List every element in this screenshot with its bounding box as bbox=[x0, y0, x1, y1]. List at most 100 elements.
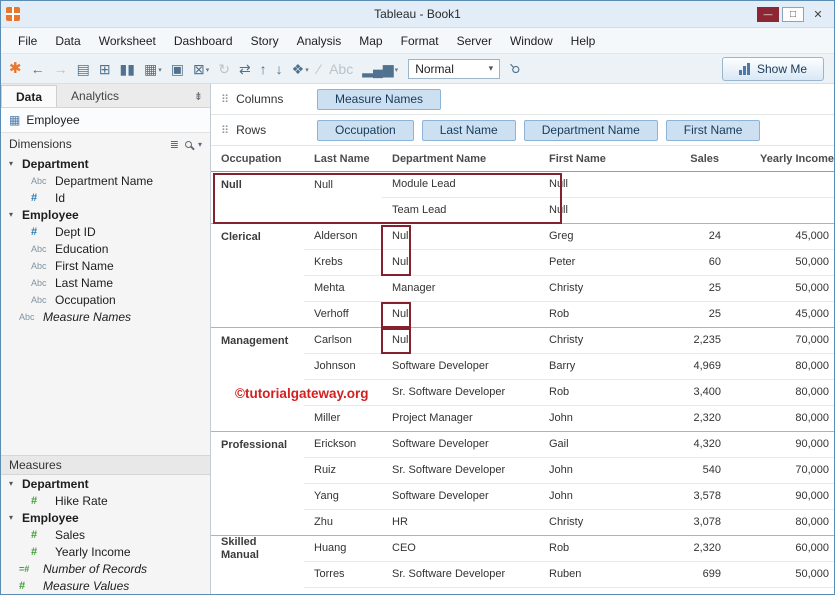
cell-last-name[interactable]: Johnson bbox=[304, 354, 382, 380]
group-members-icon[interactable]: ❖ bbox=[292, 62, 309, 76]
cell-last-name[interactable]: Alderson bbox=[304, 224, 382, 250]
field-item[interactable]: # Yearly Income bbox=[1, 543, 210, 560]
field-item[interactable]: ▾ Employee bbox=[1, 206, 210, 223]
cell-department-name[interactable]: Sr. Software Developer bbox=[382, 458, 539, 484]
view-options-icon[interactable]: ≣ bbox=[170, 138, 179, 151]
cell-yearly-income[interactable] bbox=[724, 172, 834, 198]
duplicate-sheet-icon[interactable]: ▣ bbox=[171, 62, 184, 76]
menu-item[interactable]: Map bbox=[350, 28, 391, 54]
table-row[interactable]: Team Lead Null bbox=[211, 198, 834, 224]
close-button[interactable]: ✕ bbox=[807, 7, 829, 22]
field-item[interactable]: =# Number of Records bbox=[1, 560, 210, 577]
cell-yearly-income[interactable]: 80,000 bbox=[724, 380, 834, 406]
menu-item[interactable]: Analysis bbox=[288, 28, 351, 54]
new-worksheet-icon[interactable]: ▦ bbox=[144, 62, 162, 76]
cell-sales[interactable]: 3,078 bbox=[639, 510, 724, 536]
cell-last-name[interactable]: Huang bbox=[304, 536, 382, 562]
cell-department-name[interactable]: Null bbox=[382, 250, 539, 276]
abc-labels-icon[interactable]: Abc bbox=[329, 62, 353, 76]
cell-occupation[interactable] bbox=[211, 380, 304, 406]
field-item[interactable]: # Id bbox=[1, 189, 210, 206]
maximize-button[interactable]: □ bbox=[782, 7, 804, 22]
cell-first-name[interactable]: Christy bbox=[539, 510, 639, 536]
cell-last-name[interactable] bbox=[304, 198, 382, 224]
sort-ascending-icon[interactable]: ↑ bbox=[260, 62, 267, 76]
swap-axes-icon[interactable]: ⇄ bbox=[239, 62, 251, 76]
cell-first-name[interactable]: Gail bbox=[539, 432, 639, 458]
cell-occupation[interactable] bbox=[211, 302, 304, 328]
table-row[interactable]: Ruiz Sr. Software Developer John 540 70,… bbox=[211, 458, 834, 484]
cell-sales[interactable]: 4,320 bbox=[639, 432, 724, 458]
cell-last-name[interactable]: Miller bbox=[304, 406, 382, 432]
cell-yearly-income[interactable]: 45,000 bbox=[724, 224, 834, 250]
cell-last-name[interactable]: Yang bbox=[304, 484, 382, 510]
table-row[interactable]: Zhu HR Christy 3,078 80,000 bbox=[211, 510, 834, 536]
cell-occupation[interactable] bbox=[211, 250, 304, 276]
cell-occupation[interactable] bbox=[211, 354, 304, 380]
column-header[interactable]: Sales bbox=[639, 146, 724, 171]
field-item[interactable]: Abc First Name bbox=[1, 257, 210, 274]
cell-occupation[interactable] bbox=[211, 276, 304, 302]
cell-sales[interactable]: 699 bbox=[639, 562, 724, 588]
cell-department-name[interactable]: Team Lead bbox=[382, 198, 539, 224]
cell-department-name[interactable]: Sr. Software Developer bbox=[382, 380, 539, 406]
column-header[interactable]: Yearly Income bbox=[724, 146, 834, 171]
cell-sales[interactable] bbox=[639, 172, 724, 198]
cell-department-name[interactable]: HR bbox=[382, 510, 539, 536]
cell-occupation[interactable] bbox=[211, 458, 304, 484]
clear-sheet-icon[interactable]: ⊠ bbox=[193, 62, 209, 76]
cell-sales[interactable]: 4,969 bbox=[639, 354, 724, 380]
cell-occupation[interactable] bbox=[211, 484, 304, 510]
cell-department-name[interactable]: Null bbox=[382, 224, 539, 250]
cell-department-name[interactable]: Project Manager bbox=[382, 406, 539, 432]
field-item[interactable]: ▾ Employee bbox=[1, 509, 210, 526]
search-icon[interactable] bbox=[185, 141, 192, 148]
table-row[interactable]: Professional Erickson Software Developer… bbox=[211, 432, 834, 458]
field-item[interactable]: Abc Measure Names bbox=[1, 308, 210, 325]
column-header[interactable]: First Name bbox=[539, 146, 639, 171]
pin-icon[interactable]: ⚲ bbox=[507, 61, 523, 77]
add-data-icon[interactable]: ⊞ bbox=[99, 62, 111, 76]
cell-yearly-income[interactable]: 50,000 bbox=[724, 562, 834, 588]
cell-yearly-income[interactable]: 90,000 bbox=[724, 484, 834, 510]
cell-occupation[interactable]: Management bbox=[211, 328, 304, 354]
menu-item[interactable]: Format bbox=[392, 28, 448, 54]
menu-item[interactable]: Dashboard bbox=[165, 28, 242, 54]
cell-occupation[interactable]: Skilled Manual bbox=[211, 536, 304, 562]
cell-yearly-income[interactable]: 80,000 bbox=[724, 510, 834, 536]
cell-yearly-income[interactable]: 80,000 bbox=[724, 354, 834, 380]
cell-sales[interactable]: 3,578 bbox=[639, 484, 724, 510]
fix-axes-icon[interactable]: ⁄ bbox=[318, 62, 320, 76]
minimize-button[interactable]: — bbox=[757, 7, 779, 22]
cell-yearly-income[interactable] bbox=[724, 198, 834, 224]
menu-item[interactable]: Worksheet bbox=[90, 28, 165, 54]
datasource-item[interactable]: ▦ Employee bbox=[1, 108, 210, 133]
shelf-pill[interactable]: Department Name bbox=[524, 120, 658, 141]
table-row[interactable]: Yang Software Developer John 3,578 90,00… bbox=[211, 484, 834, 510]
cell-sales[interactable]: 24 bbox=[639, 224, 724, 250]
table-row[interactable]: Miller Project Manager John 2,320 80,000 bbox=[211, 406, 834, 432]
table-row[interactable]: Verhoff Null Rob 25 45,000 bbox=[211, 302, 834, 328]
field-item[interactable]: # Dept ID bbox=[1, 223, 210, 240]
field-item[interactable]: Abc Occupation bbox=[1, 291, 210, 308]
cell-first-name[interactable]: Rob bbox=[539, 536, 639, 562]
table-row[interactable]: Sr. Software Developer Rob 3,400 80,000 bbox=[211, 380, 834, 406]
cell-last-name[interactable]: Ruiz bbox=[304, 458, 382, 484]
cell-last-name[interactable]: Carlson bbox=[304, 328, 382, 354]
collapse-pane-icon[interactable]: ⇟ bbox=[194, 90, 210, 107]
field-item[interactable]: # Sales bbox=[1, 526, 210, 543]
cell-sales[interactable]: 540 bbox=[639, 458, 724, 484]
save-icon[interactable]: ▤ bbox=[77, 62, 90, 76]
field-item[interactable]: Abc Department Name bbox=[1, 172, 210, 189]
cell-department-name[interactable]: Sr. Software Developer bbox=[382, 562, 539, 588]
cell-occupation[interactable] bbox=[211, 198, 304, 224]
table-row[interactable]: Null Null Module Lead Null bbox=[211, 172, 834, 198]
menu-item[interactable]: Window bbox=[501, 28, 562, 54]
cell-first-name[interactable]: Barry bbox=[539, 354, 639, 380]
cell-occupation[interactable] bbox=[211, 562, 304, 588]
tableau-logo-icon[interactable]: ✱ bbox=[9, 61, 22, 76]
cell-occupation[interactable] bbox=[211, 510, 304, 536]
cell-last-name[interactable]: Verhoff bbox=[304, 302, 382, 328]
table-row[interactable]: Krebs Null Peter 60 50,000 bbox=[211, 250, 834, 276]
chevron-down-icon[interactable]: ▾ bbox=[198, 140, 202, 149]
